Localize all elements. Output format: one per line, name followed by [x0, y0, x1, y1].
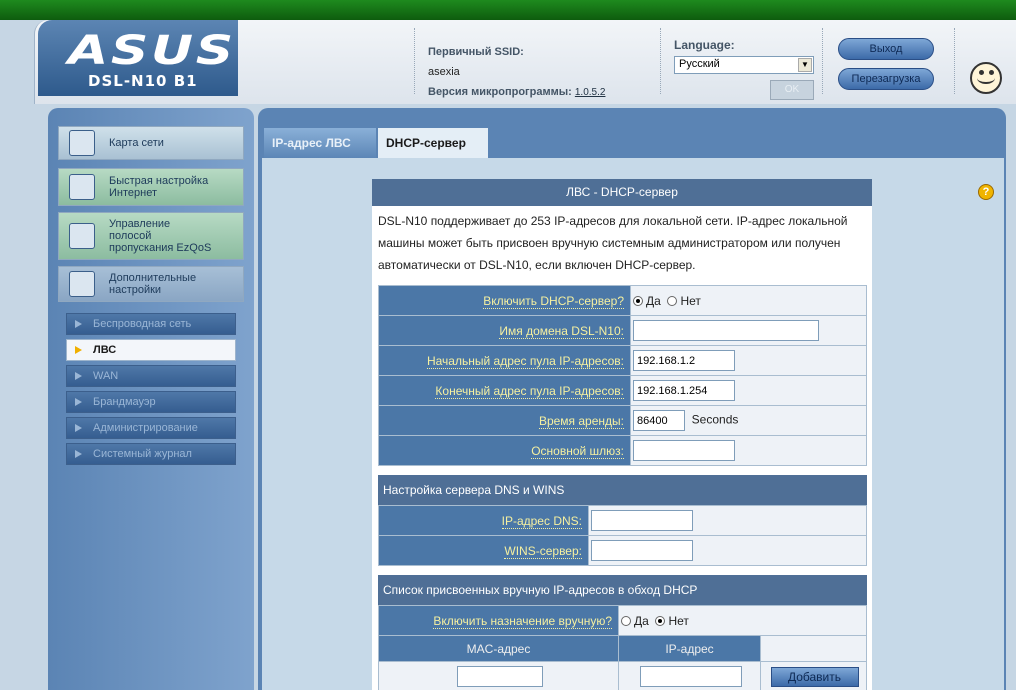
- sidebar-item-label: Карта сети: [109, 137, 164, 149]
- dhcp-form: ЛВС - DHCP-сервер DSL-N10 поддерживает д…: [372, 179, 872, 690]
- sidebar-item-advanced[interactable]: Дополнительные настройки: [58, 266, 244, 302]
- ssid-value: asexia: [428, 66, 460, 78]
- sidebar-item-label: Дополнительные настройки: [109, 272, 197, 296]
- lease-time-field[interactable]: [633, 410, 685, 431]
- dns-section-title: Настройка сервера DNS и WINS: [378, 475, 867, 505]
- ssid-label: Первичный SSID:: [428, 46, 524, 58]
- reboot-button[interactable]: Перезагрузка: [838, 68, 934, 90]
- sidebar: Карта сети Быстрая настройка Интернет Уп…: [48, 108, 254, 690]
- dhcp-no-label: Нет: [680, 293, 701, 308]
- window-top-strip: [0, 0, 1016, 20]
- language-value: Русский: [679, 58, 720, 70]
- play-triangle-icon: [75, 372, 82, 380]
- sidebar-item-firewall[interactable]: Брандмауэр: [66, 391, 236, 413]
- header-divider: [414, 28, 415, 94]
- blank-header: [760, 635, 867, 662]
- sidebar-item-label: Управление полосой пропускания EzQoS: [109, 218, 212, 254]
- wins-server-label: WINS-сервер:: [378, 535, 589, 566]
- dhcp-yes-label: Да: [646, 293, 661, 308]
- pool-end-label: Конечный адрес пула IP-адресов:: [378, 375, 631, 406]
- sidebar-sub-label: WAN: [93, 370, 119, 382]
- sidebar-sub-label: Беспроводная сеть: [93, 318, 192, 330]
- help-icon[interactable]: ?: [978, 184, 994, 200]
- ip-address-field[interactable]: [639, 666, 742, 687]
- wins-server-field[interactable]: [591, 540, 693, 561]
- mascot-smile: [977, 72, 995, 84]
- dropdown-arrow-icon[interactable]: ▼: [798, 58, 812, 72]
- manual-section-title: Список присвоенных вручную IP-адресов в …: [378, 575, 867, 605]
- sidebar-item-wireless[interactable]: Беспроводная сеть: [66, 313, 236, 335]
- manual-no-label: Нет: [668, 613, 689, 628]
- ip-column-header: IP-адрес: [618, 635, 761, 662]
- firmware-version-link[interactable]: 1.0.5.2: [575, 87, 606, 98]
- header-divider: [954, 28, 955, 94]
- pool-start-label: Начальный адрес пула IP-адресов:: [378, 345, 631, 376]
- manual-yes-radio[interactable]: [621, 616, 631, 627]
- gateway-label: Основной шлюз:: [378, 435, 631, 466]
- domain-name-field[interactable]: [633, 320, 819, 341]
- sidebar-item-lan[interactable]: ЛВС: [66, 339, 236, 361]
- language-label: Language:: [674, 38, 735, 52]
- logout-button[interactable]: Выход: [838, 38, 934, 60]
- tools-icon: [69, 271, 95, 297]
- language-ok-button[interactable]: OK: [770, 80, 814, 100]
- sidebar-sub-label: Администрирование: [93, 422, 198, 434]
- mascot-icon: [970, 62, 1002, 94]
- lease-time-label: Время аренды:: [378, 405, 631, 436]
- dns-settings-table: IP-адрес DNS: WINS-сервер:: [378, 505, 867, 566]
- dhcp-settings-table: Включить DHCP-сервер? Да Нет Имя домена …: [378, 285, 867, 466]
- dns-ip-field[interactable]: [591, 510, 693, 531]
- language-select[interactable]: Русский ▼: [674, 56, 814, 74]
- sidebar-item-system-log[interactable]: Системный журнал: [66, 443, 236, 465]
- manual-enable-radios: Да Нет: [618, 605, 867, 636]
- header-divider: [660, 28, 661, 94]
- gateway-field[interactable]: [633, 440, 735, 461]
- dhcp-no-radio[interactable]: [667, 296, 678, 307]
- play-triangle-icon: [75, 450, 82, 458]
- mac-address-field[interactable]: [456, 666, 543, 687]
- sidebar-sub-label: ЛВС: [93, 344, 117, 356]
- play-triangle-icon: [75, 424, 82, 432]
- dhcp-yes-radio[interactable]: [633, 296, 643, 307]
- header-divider: [822, 28, 823, 94]
- device-info: Первичный SSID: asexia Версия микропрогр…: [428, 42, 605, 103]
- add-button[interactable]: Добавить: [770, 666, 859, 687]
- sidebar-sub-label: Системный журнал: [93, 448, 192, 460]
- play-triangle-icon: [75, 320, 82, 328]
- sidebar-item-wan[interactable]: WAN: [66, 365, 236, 387]
- lease-unit: Seconds: [691, 412, 739, 427]
- pool-start-field[interactable]: [633, 350, 735, 371]
- manual-yes-label: Да: [634, 613, 649, 628]
- sidebar-item-label: Быстрая настройка Интернет: [109, 175, 209, 199]
- enable-dhcp-label: Включить DHCP-сервер?: [378, 285, 631, 316]
- enable-dhcp-radios: Да Нет: [630, 285, 867, 316]
- model-name: DSL-N10 B1: [88, 72, 198, 90]
- manual-list-table: MAC-адрес IP-адрес Добавить: [378, 635, 867, 690]
- sidebar-item-network-map[interactable]: Карта сети: [58, 126, 244, 160]
- manual-no-radio[interactable]: [655, 616, 666, 627]
- tab-dhcp-server[interactable]: DHCP-сервер: [378, 128, 488, 158]
- sidebar-item-administration[interactable]: Администрирование: [66, 417, 236, 439]
- network-map-icon: [69, 130, 95, 156]
- form-title: ЛВС - DHCP-сервер: [372, 179, 872, 206]
- router-icon: [69, 174, 95, 200]
- tab-lan-ip[interactable]: IP-адрес ЛВС: [264, 128, 376, 158]
- mac-column-header: MAC-адрес: [378, 635, 619, 662]
- domain-name-label: Имя домена DSL-N10:: [378, 315, 631, 346]
- manual-enable-label: Включить назначение вручную?: [378, 605, 619, 636]
- manual-assign-table: Включить назначение вручную? Да Нет: [378, 605, 867, 636]
- asus-logo: ASUS: [68, 28, 236, 74]
- sidebar-sub-label: Брандмауэр: [93, 396, 156, 408]
- sidebar-item-quick-setup[interactable]: Быстрая настройка Интернет: [58, 168, 244, 206]
- firmware-label: Версия микропрограммы:: [428, 86, 572, 98]
- brand-logo-block: ASUS DSL-N10 B1: [38, 20, 238, 96]
- qos-icon: [69, 223, 95, 249]
- sidebar-item-ezqos[interactable]: Управление полосой пропускания EzQoS: [58, 212, 244, 260]
- pool-end-field[interactable]: [633, 380, 735, 401]
- play-triangle-icon: [75, 398, 82, 406]
- dns-ip-label: IP-адрес DNS:: [378, 505, 589, 536]
- play-triangle-icon: [75, 346, 82, 354]
